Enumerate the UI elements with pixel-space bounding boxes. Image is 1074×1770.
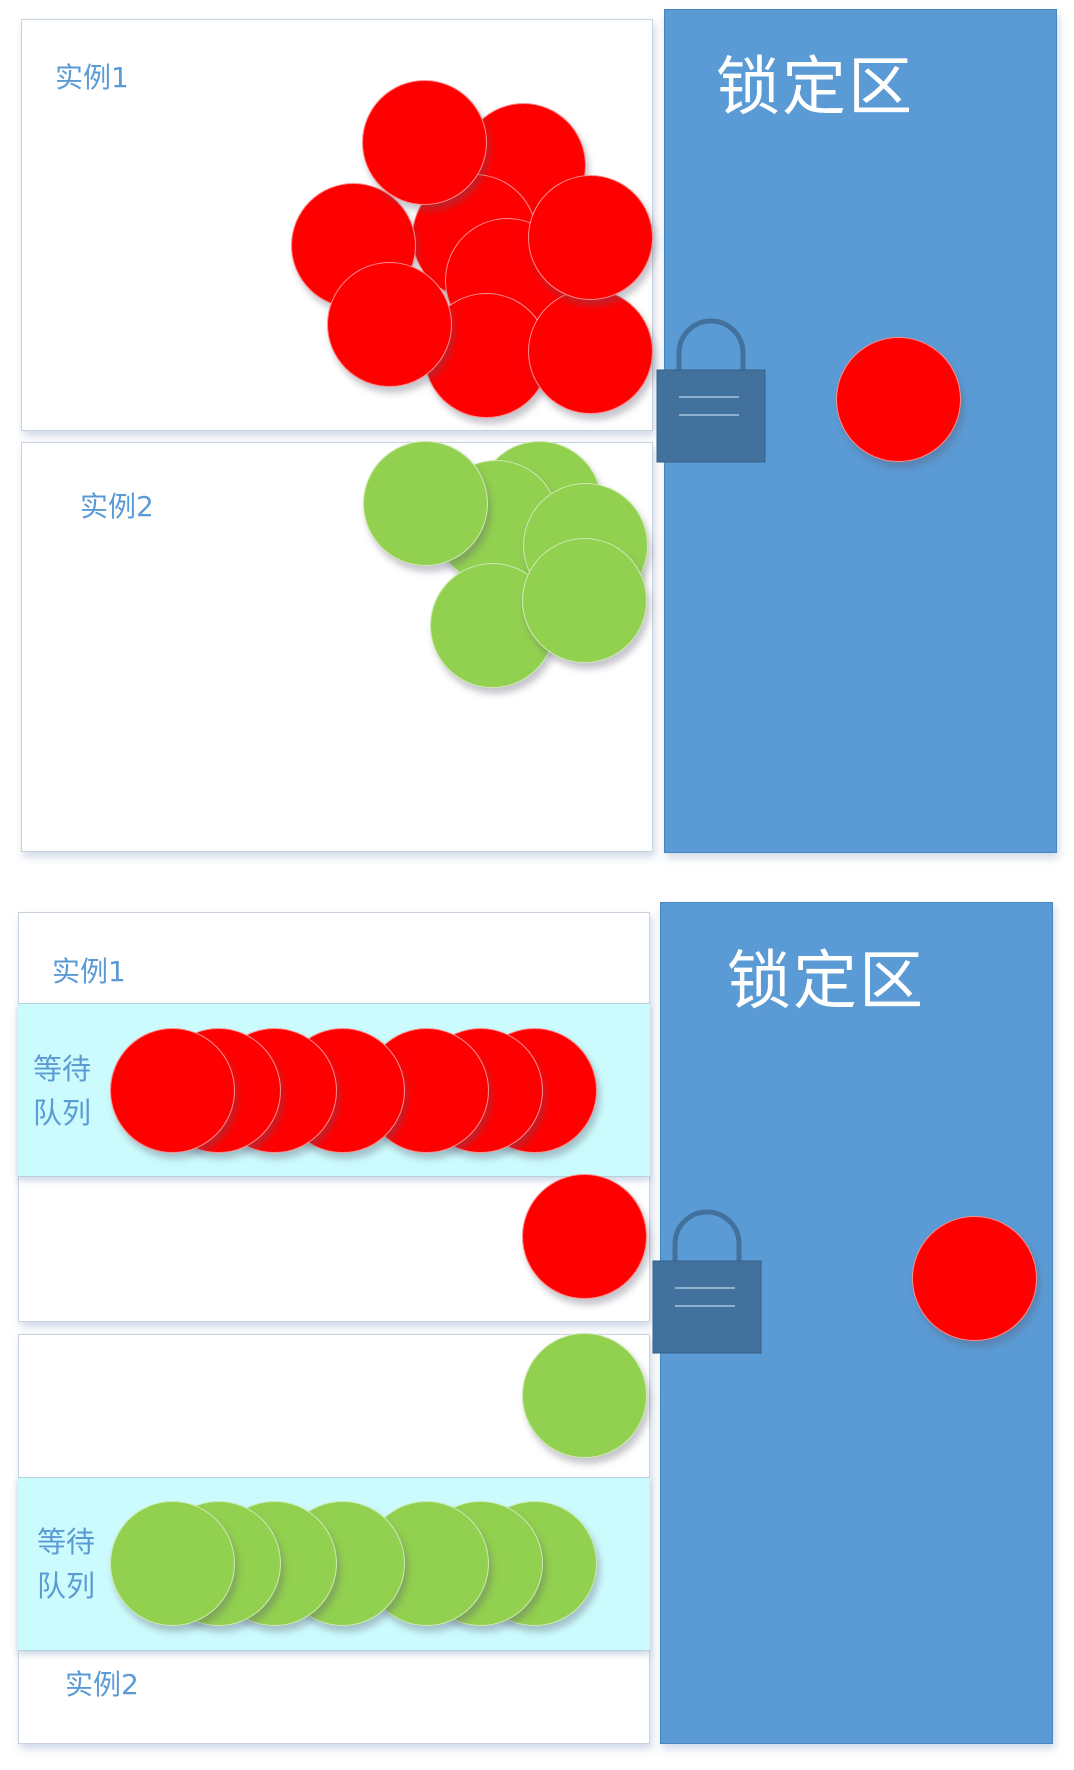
red-ball	[327, 262, 452, 387]
red-ball	[528, 289, 653, 414]
lock-icon	[656, 318, 766, 463]
green-ball	[110, 1501, 235, 1626]
bottom-queue2-label: 等待 队列	[37, 1525, 96, 1603]
bottom-next-red-ball	[522, 1174, 647, 1299]
red-ball	[110, 1028, 235, 1153]
bottom-instance2-label: 实例2	[65, 1668, 139, 1701]
top-locked-red-ball	[836, 337, 961, 462]
lock-icon	[652, 1209, 762, 1354]
top-instance2-label: 实例2	[80, 490, 154, 523]
bottom-instance1-label: 实例1	[52, 955, 126, 988]
bottom-locked-red-ball	[912, 1216, 1037, 1341]
red-ball	[362, 80, 487, 205]
green-ball	[363, 441, 488, 566]
bottom-locked-zone-title: 锁定区	[727, 945, 925, 1019]
bottom-next-green-ball	[522, 1333, 647, 1458]
bottom-queue1-label: 等待 队列	[33, 1052, 92, 1130]
red-ball	[528, 175, 653, 300]
top-instance1-label: 实例1	[55, 61, 129, 94]
top-locked-zone-title: 锁定区	[716, 51, 914, 125]
green-ball	[522, 538, 647, 663]
